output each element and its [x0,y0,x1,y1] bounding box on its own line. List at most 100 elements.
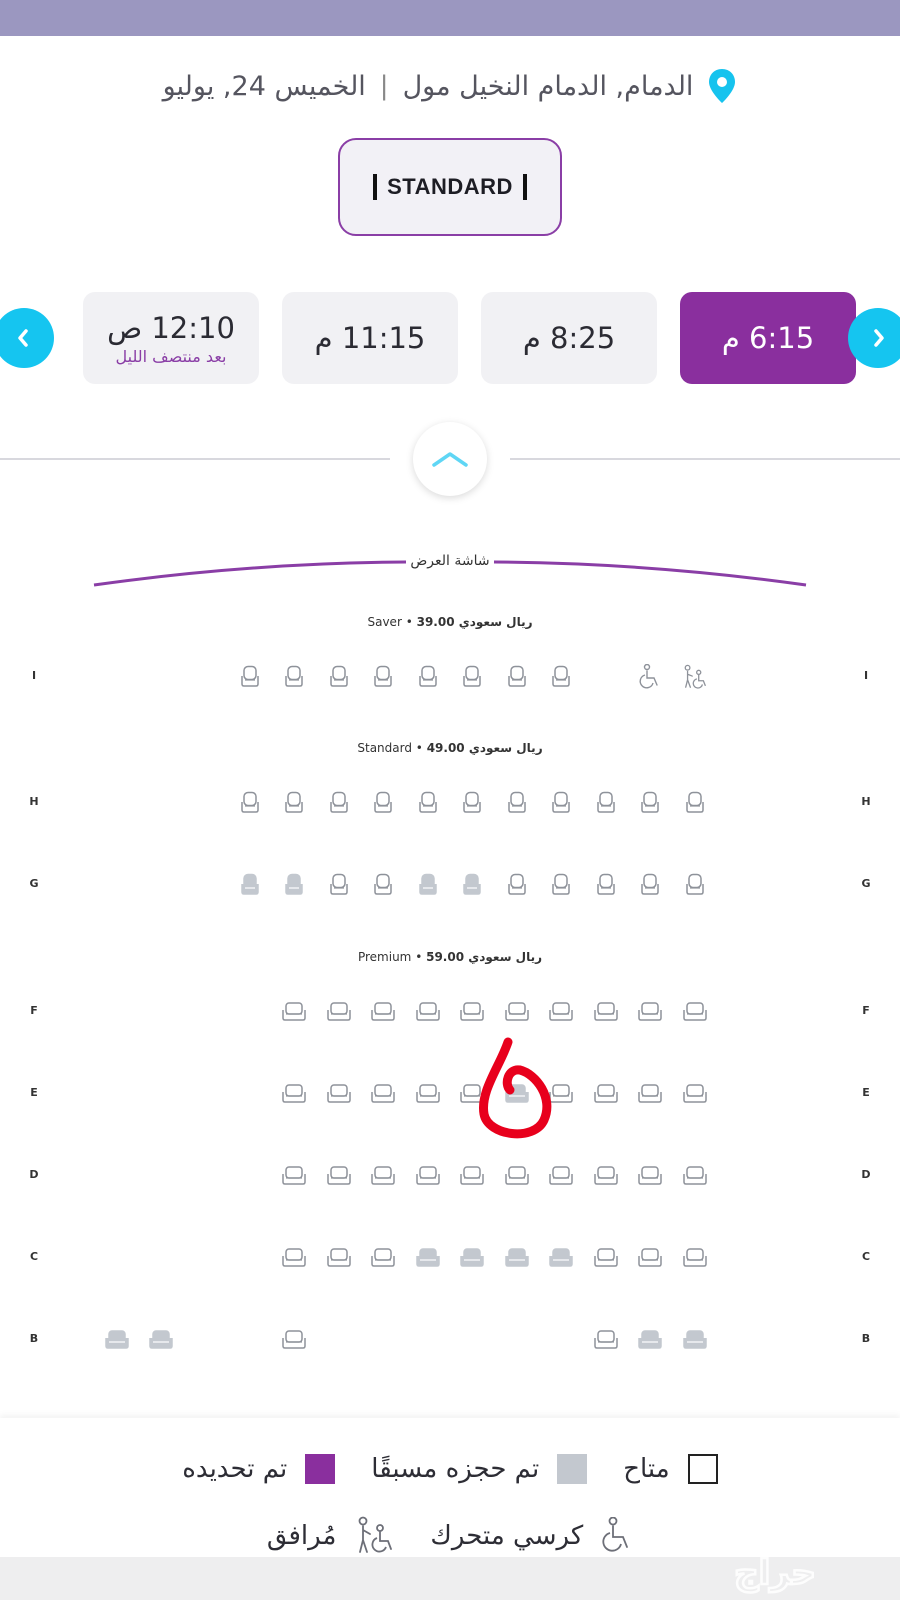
location-pin-icon [707,68,737,104]
booked-swatch [557,1454,588,1484]
seat-available[interactable] [682,999,708,1025]
tier-price: ريال سعودي 39.00 [416,615,533,629]
location-date-header: الدمام, الدمام النخيل مول | الخميس 24, ي… [0,66,900,106]
seat-available[interactable] [682,1081,708,1107]
seat-available[interactable] [637,999,663,1025]
seat-available[interactable] [370,999,396,1025]
row-label: F [30,1004,38,1017]
seat-booked [237,872,263,898]
seat-available[interactable] [415,1163,441,1189]
showtime-subtitle: بعد منتصف الليل [115,346,227,366]
seat-available[interactable] [593,1163,619,1189]
seat-available[interactable] [370,872,396,898]
seat-available[interactable] [637,790,663,816]
legend-booked-label: تم حجزه مسبقًا [371,1454,540,1484]
showtime-card-1[interactable]: 6:15 م [680,292,856,384]
companion-icon [359,1516,393,1553]
seat-available[interactable] [237,790,263,816]
seat-available[interactable] [637,1081,663,1107]
seat-available[interactable] [237,664,263,690]
row-label: C [861,1250,871,1263]
seat-available[interactable] [593,1245,619,1271]
seat-available[interactable] [682,790,708,816]
seat-available[interactable] [326,999,352,1025]
watermark-logo: حراج [733,1552,817,1595]
seat-available[interactable] [504,1163,530,1189]
seat-available[interactable] [593,790,619,816]
seat-available[interactable] [504,872,530,898]
legend-wheelchair-label: كرسي متحرك [430,1521,584,1551]
row-label: B [29,1332,39,1345]
seat-available[interactable] [415,999,441,1025]
highlight-marker [479,1037,552,1139]
seat-available[interactable] [281,790,307,816]
seat-booked [104,1327,130,1353]
seat-available[interactable] [593,999,619,1025]
seat-available[interactable] [326,664,352,690]
seat-available[interactable] [459,664,485,690]
row-label: I [863,669,869,682]
chevron-left-icon [18,329,28,347]
seat-available[interactable] [370,1081,396,1107]
seat-available[interactable] [326,790,352,816]
seat-available[interactable] [504,999,530,1025]
seat-available[interactable] [548,999,574,1025]
seat-available[interactable] [281,1327,307,1353]
seat-available[interactable] [593,872,619,898]
seat-available[interactable] [459,790,485,816]
legend-wheelchair: كرسي متحرك [430,1517,633,1555]
showtime-card-2[interactable]: 8:25 م [481,292,657,384]
seat-available[interactable] [326,1245,352,1271]
seat-available[interactable] [504,664,530,690]
seat-available[interactable] [415,664,441,690]
seat-available[interactable] [637,1245,663,1271]
seat-available[interactable] [370,790,396,816]
seat-available[interactable] [281,1163,307,1189]
seat-available[interactable] [682,872,708,898]
seat-available[interactable] [637,1163,663,1189]
seat-available[interactable] [281,999,307,1025]
seat-available[interactable] [415,790,441,816]
top-status-bar [0,0,900,36]
showtime-time: 12:10 ص [107,310,235,345]
seat-available[interactable] [548,790,574,816]
seat-available[interactable] [504,790,530,816]
row-label: E [862,1086,870,1099]
seat-available[interactable] [370,1163,396,1189]
seat-available[interactable] [459,999,485,1025]
legend-booked: تم حجزه مسبقًا [371,1454,588,1484]
scroll-left-button[interactable] [0,308,54,368]
seat-available[interactable] [548,664,574,690]
showtime-card-4[interactable]: 12:10 ص بعد منتصف الليل [83,292,259,384]
seat-available[interactable] [593,1081,619,1107]
seat-available[interactable] [682,1245,708,1271]
seat-available[interactable] [326,1081,352,1107]
seat-available[interactable] [326,872,352,898]
seat-available[interactable] [281,1245,307,1271]
seat-available[interactable] [548,1163,574,1189]
seat-available[interactable] [370,664,396,690]
tier-price: ريال سعودي 59.00 [426,950,543,964]
wheelchair-seat[interactable] [637,664,663,690]
showtime-card-3[interactable]: 11:15 م [282,292,458,384]
seat-available[interactable] [281,1081,307,1107]
seat-available[interactable] [370,1245,396,1271]
seat-available[interactable] [326,1163,352,1189]
seat-available[interactable] [281,664,307,690]
seat-available[interactable] [637,872,663,898]
divider-left [0,458,390,460]
seat-available[interactable] [682,1163,708,1189]
scroll-right-button[interactable] [848,308,900,368]
header-separator: | [379,71,389,101]
seat-available[interactable] [548,872,574,898]
companion-seat[interactable] [682,664,708,690]
row-label: D [29,1168,39,1181]
seat-available[interactable] [415,1081,441,1107]
seat-available[interactable] [459,1163,485,1189]
legend-selected-label: تم تحديده [182,1454,288,1484]
collapse-button[interactable] [413,422,487,496]
row-label: G [29,877,39,890]
format-badge[interactable]: STANDARD [338,138,562,236]
seat-available[interactable] [593,1327,619,1353]
legend-companion: مُرافق [267,1516,395,1556]
